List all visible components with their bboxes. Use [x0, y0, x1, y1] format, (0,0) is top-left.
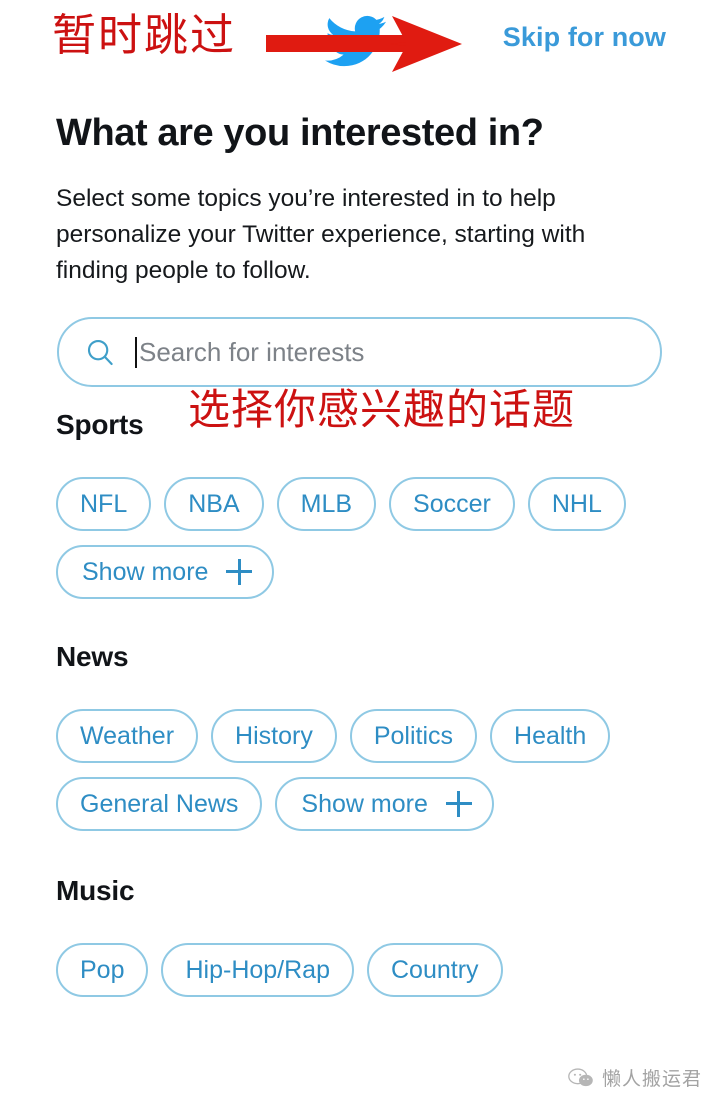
skip-for-now-button[interactable]: Skip for now: [503, 22, 666, 53]
section-header-row: Sports 选择你感兴趣的话题: [56, 385, 690, 455]
section-header-row: News: [56, 641, 690, 687]
chip-health[interactable]: Health: [490, 709, 611, 763]
chip-group-news: Weather History Politics Health General …: [56, 709, 676, 831]
watermark-text: 懒人搬运君: [601, 1068, 702, 1090]
show-more-sports-button[interactable]: Show more: [56, 545, 275, 599]
chip-hiphop-rap[interactable]: Hip-Hop/Rap: [161, 943, 354, 997]
search-interests-field[interactable]: Search for interests: [57, 317, 662, 387]
chip-country[interactable]: Country: [367, 943, 503, 997]
search-icon: [87, 339, 113, 366]
section-news: News Weather History Politics Health Gen…: [56, 641, 690, 831]
chip-general-news[interactable]: General News: [56, 777, 263, 831]
chip-history[interactable]: History: [211, 709, 337, 763]
chip-politics[interactable]: Politics: [349, 709, 478, 763]
section-title-music: Music: [56, 875, 135, 906]
chip-nhl[interactable]: NHL: [527, 477, 626, 531]
chinese-skip-annotation: 暂时跳过: [52, 10, 236, 61]
section-header-row: Music: [56, 875, 690, 921]
chip-weather[interactable]: Weather: [56, 709, 199, 763]
chip-nfl[interactable]: NFL: [56, 477, 152, 531]
wechat-icon: [568, 1067, 593, 1086]
plus-icon: [445, 791, 472, 817]
chinese-topics-annotation: 选择你感兴趣的话题: [188, 385, 576, 434]
text-caret: [135, 336, 137, 368]
section-title-news: News: [56, 641, 129, 672]
section-sports: Sports 选择你感兴趣的话题 NFL NBA MLB Soccer NHL …: [56, 385, 690, 599]
show-more-label: Show more: [82, 557, 209, 586]
chip-group-sports: NFL NBA MLB Soccer NHL Show more: [56, 477, 676, 599]
section-music: Music Pop Hip-Hop/Rap Country: [56, 875, 690, 997]
red-arrow-annotation: [266, 16, 462, 72]
show-more-label: Show more: [301, 789, 428, 818]
page-description: Select some topics you’re interested in …: [56, 185, 586, 284]
main-content: What are you interested in? Select some …: [0, 86, 720, 997]
top-bar: 暂时跳过 Skip for now: [0, 0, 720, 86]
chip-soccer[interactable]: Soccer: [389, 477, 515, 531]
chip-group-music: Pop Hip-Hop/Rap Country: [56, 943, 676, 997]
plus-icon: [226, 559, 253, 585]
section-title-sports: Sports: [56, 409, 144, 440]
chip-pop[interactable]: Pop: [56, 943, 149, 997]
show-more-news-button[interactable]: Show more: [275, 777, 494, 831]
watermark: 懒人搬运君: [568, 1064, 702, 1091]
page-title: What are you interested in?: [56, 112, 544, 154]
search-placeholder: Search for interests: [139, 336, 365, 367]
chip-mlb[interactable]: MLB: [276, 477, 377, 531]
chip-nba[interactable]: NBA: [164, 477, 264, 531]
